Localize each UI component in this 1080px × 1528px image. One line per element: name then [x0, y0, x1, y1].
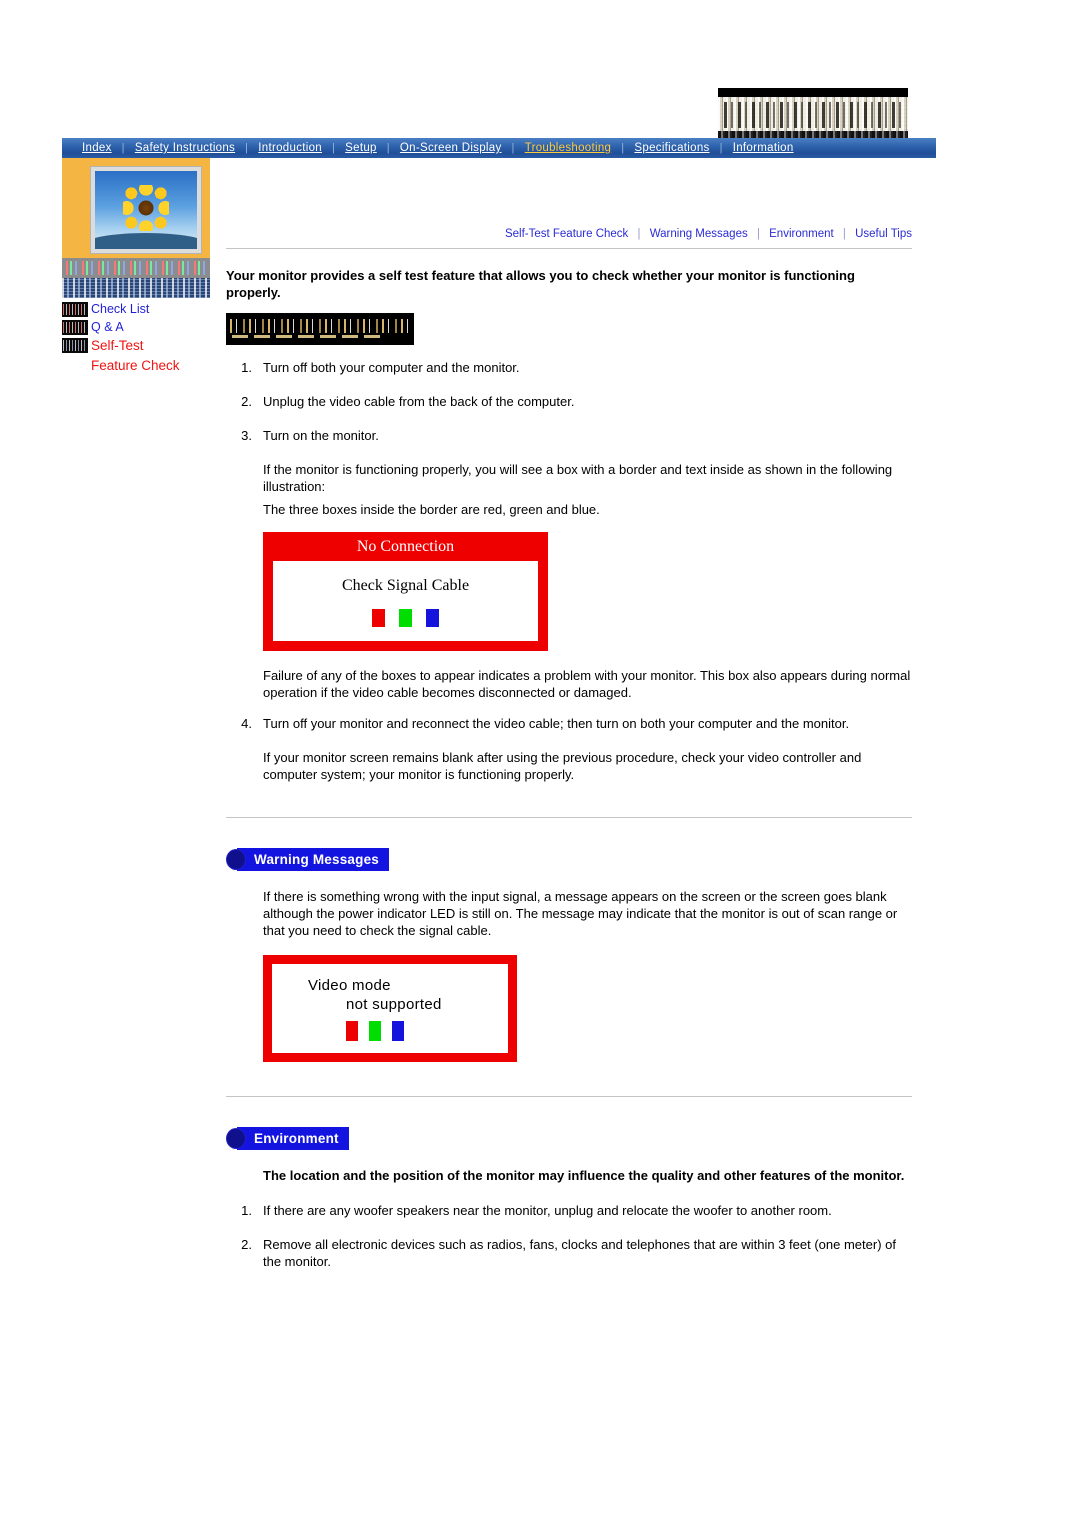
subnav-item-environment[interactable]: Environment	[769, 228, 834, 240]
sidebar-item-label: Check List	[91, 302, 150, 316]
sunflower-center	[138, 200, 154, 216]
page-banner-image	[718, 88, 908, 138]
blue-swatch	[392, 1021, 404, 1041]
environment-header: Environment	[226, 1127, 912, 1151]
illustration-line-2: not supported	[346, 996, 442, 1013]
nav-item-index[interactable]: Index	[72, 138, 122, 158]
nav-item-specifications[interactable]: Specifications	[624, 138, 719, 158]
nav-item-safety-instructions[interactable]: Safety Instructions	[125, 138, 245, 158]
section-banner: Environment	[237, 1127, 349, 1150]
monitor-screen	[95, 171, 197, 249]
subnav-separator: |	[842, 228, 846, 240]
item-number: 2.	[241, 1237, 252, 1252]
list-item: 1. If there are any woofer speakers near…	[226, 1202, 912, 1219]
subnav-item-self-test-feature-check[interactable]: Self-Test Feature Check	[505, 228, 628, 240]
environment-item-list: 1. If there are any woofer speakers near…	[226, 1202, 912, 1270]
banner-top-strip	[718, 88, 908, 97]
list-item: 2. Remove all electronic devices such as…	[226, 1236, 912, 1270]
illustration-pane: Video mode not supported	[272, 964, 508, 1053]
screen-hill-shape	[95, 233, 197, 249]
self-test-step-list: 1. Turn off both your computer and the m…	[226, 359, 912, 444]
nav-item-information[interactable]: Information	[723, 138, 804, 158]
nav-item-introduction[interactable]: Introduction	[248, 138, 332, 158]
item-text: Remove all electronic devices such as ra…	[263, 1237, 896, 1269]
environment-lead-text: The location and the position of the mon…	[263, 1168, 905, 1183]
red-swatch	[346, 1021, 358, 1041]
sidebar-wave-band-graphic	[62, 278, 210, 298]
nav-item-troubleshooting[interactable]: Troubleshooting	[515, 138, 622, 158]
sidebar: Check List Q & A Self-Test Feature Check	[62, 158, 210, 374]
step-number: 2.	[241, 394, 252, 409]
step-number: 4.	[241, 716, 252, 731]
list-item: 3. Turn on the monitor.	[226, 427, 912, 444]
list-item: 2. Unplug the video cable from the back …	[226, 393, 912, 410]
green-swatch	[369, 1021, 381, 1041]
blue-swatch	[426, 609, 439, 627]
banner-glyph-noise	[724, 102, 904, 128]
rgb-swatch-group	[272, 1021, 508, 1041]
subnav-separator: |	[637, 228, 641, 240]
main-content: Self-Test Feature Check | Warning Messag…	[226, 228, 912, 1287]
item-number: 1.	[241, 1203, 252, 1218]
bullet-circle-icon	[226, 1128, 246, 1149]
green-swatch	[399, 609, 412, 627]
list-item: 4. Turn off your monitor and reconnect t…	[226, 715, 912, 732]
warning-messages-header: Warning Messages	[226, 848, 912, 872]
sidebar-item-self-test[interactable]: Self-Test	[62, 338, 210, 354]
section-banner: Warning Messages	[237, 848, 389, 871]
warning-messages-body: If there is something wrong with the inp…	[263, 889, 898, 938]
sidebar-text-band-graphic	[62, 258, 210, 278]
step-text: Turn off your monitor and reconnect the …	[263, 716, 850, 731]
step-text: Turn off both your computer and the moni…	[263, 360, 520, 375]
sidebar-item-label: Self-Test	[91, 338, 144, 353]
step-text: Turn on the monitor.	[263, 428, 379, 443]
self-test-closing-note: If your monitor screen remains blank aft…	[263, 750, 862, 782]
sidebar-monitor-graphic	[62, 158, 210, 258]
illustration-title: No Connection	[356, 538, 455, 555]
step-text: Unplug the video cable from the back of …	[263, 394, 575, 409]
bullet-icon	[62, 302, 88, 317]
subnav-item-useful-tips[interactable]: Useful Tips	[855, 228, 912, 240]
sunflower-icon	[123, 185, 169, 232]
illustration-pane: Check Signal Cable	[273, 561, 538, 641]
self-test-failure-note: Failure of any of the boxes to appear in…	[263, 668, 911, 700]
sidebar-item-label: Q & A	[91, 320, 124, 334]
step-number: 1.	[241, 360, 252, 375]
video-mode-illustration: Video mode not supported	[263, 955, 517, 1062]
illustration-message: Check Signal Cable	[341, 577, 470, 594]
illustration-line-1: Video mode	[308, 977, 391, 994]
red-swatch	[372, 609, 385, 627]
divider-top	[226, 248, 912, 249]
sidebar-item-q-and-a[interactable]: Q & A	[62, 320, 210, 335]
self-test-illustration-intro: If the monitor is functioning properly, …	[263, 462, 893, 494]
bullet-icon	[62, 320, 88, 335]
nav-item-setup[interactable]: Setup	[335, 138, 387, 158]
list-item: 1. Turn off both your computer and the m…	[226, 359, 912, 376]
divider-environment	[226, 1096, 912, 1097]
bullet-circle-icon	[226, 849, 246, 870]
sidebar-item-check-list[interactable]: Check List	[62, 302, 210, 317]
divider-warning	[226, 817, 912, 818]
sidebar-item-sublabel: Feature Check	[91, 358, 180, 373]
main-navigation[interactable]: Index | Safety Instructions | Introducti…	[62, 138, 936, 158]
sidebar-link-list: Check List Q & A Self-Test Feature Check	[62, 302, 210, 374]
self-test-step-list-continued: 4. Turn off your monitor and reconnect t…	[226, 715, 912, 732]
rgb-swatch-group	[273, 609, 538, 627]
step-number: 3.	[241, 428, 252, 443]
self-test-header-image	[226, 313, 414, 345]
item-text: If there are any woofer speakers near th…	[263, 1203, 832, 1218]
nav-item-on-screen-display[interactable]: On-Screen Display	[390, 138, 512, 158]
self-test-lead-text: Your monitor provides a self test featur…	[226, 268, 855, 300]
self-test-rgb-note: The three boxes inside the border are re…	[263, 502, 600, 517]
subnav-separator: |	[756, 228, 760, 240]
bullet-icon	[62, 338, 88, 353]
banner-bottom-strip	[718, 131, 908, 138]
section-subnav[interactable]: Self-Test Feature Check | Warning Messag…	[226, 228, 912, 248]
monitor-bezel-icon	[90, 166, 202, 254]
no-connection-illustration: No Connection Check Signal Cable	[263, 532, 548, 651]
section-title: Environment	[254, 1131, 339, 1146]
subnav-item-warning-messages[interactable]: Warning Messages	[650, 228, 748, 240]
section-title: Warning Messages	[254, 852, 379, 867]
